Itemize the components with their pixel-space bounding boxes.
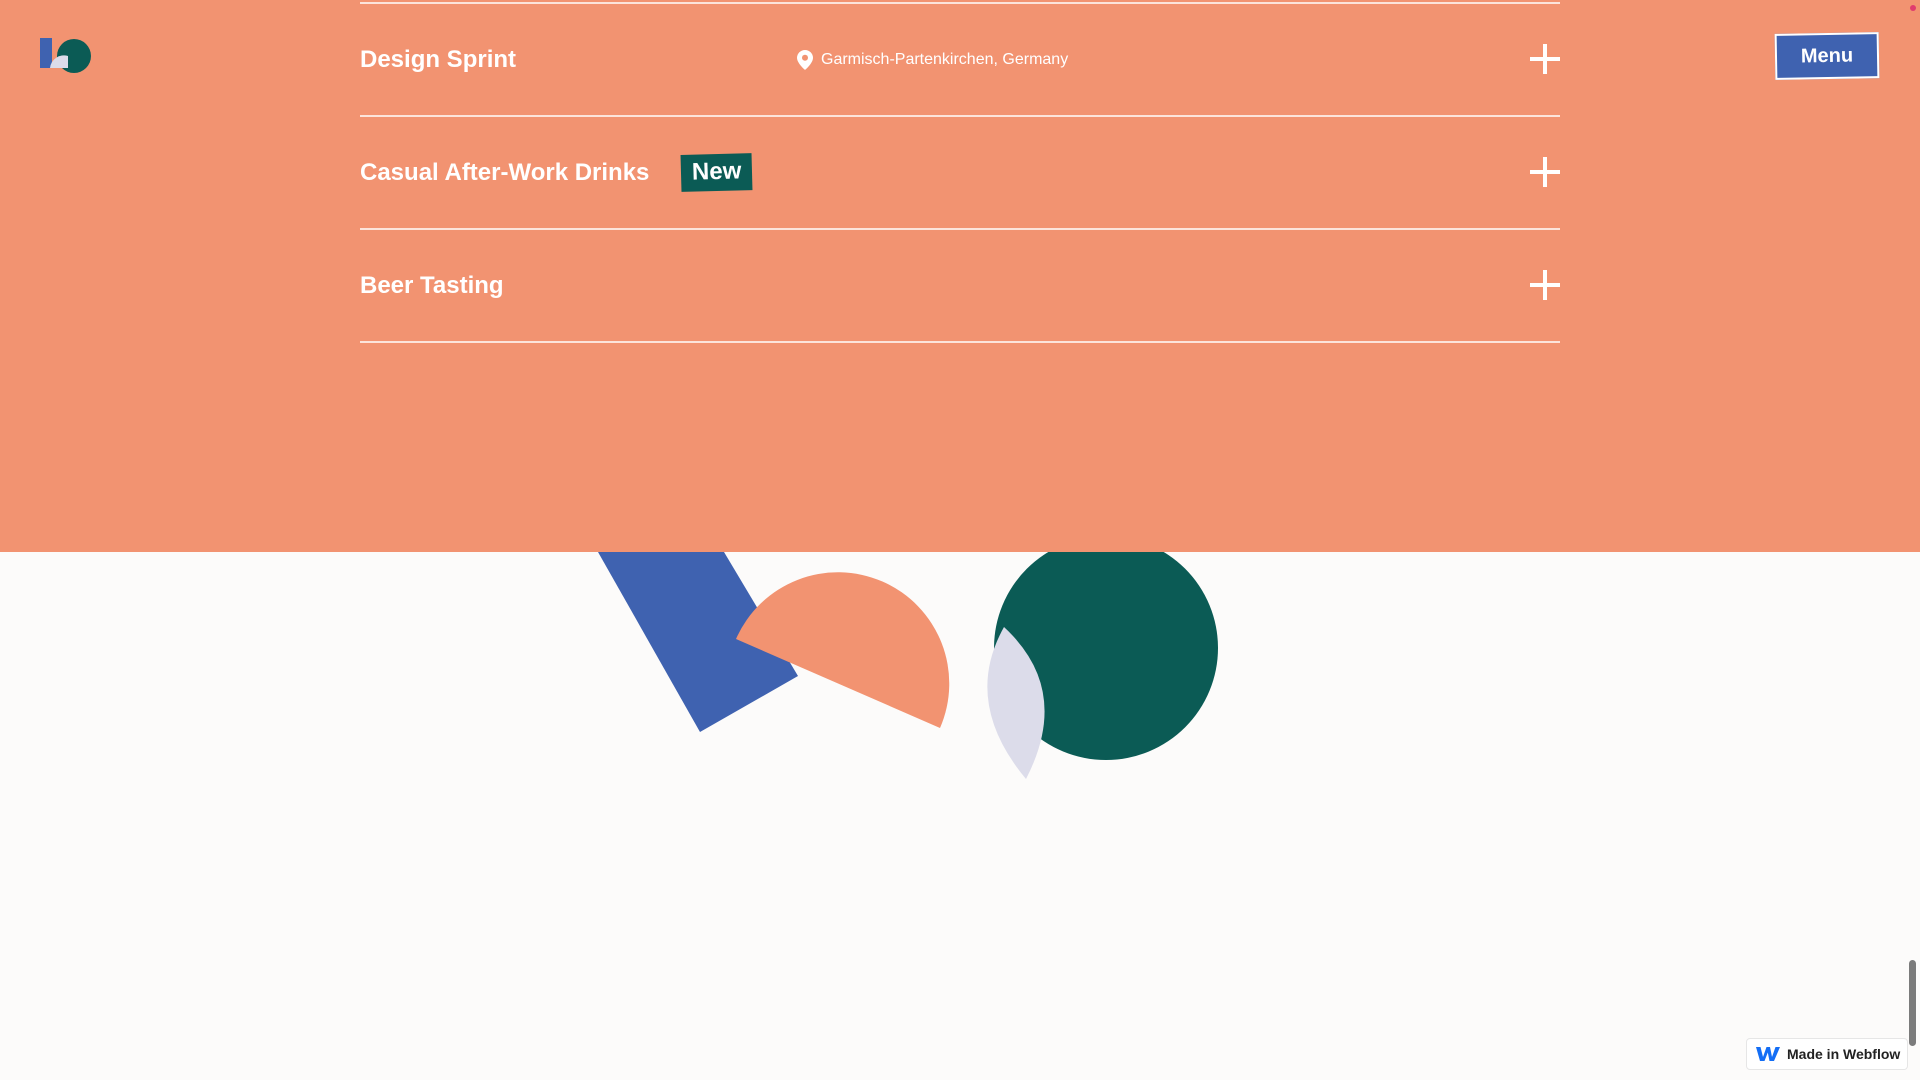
accordion-item-title: Beer Tasting — [360, 271, 504, 299]
accordion-item-title: Design Sprint — [360, 45, 517, 73]
accordion-item-beer-tasting[interactable]: Beer Tasting — [360, 228, 1560, 343]
webflow-badge-label: Made in Webflow — [1787, 1046, 1901, 1062]
decorative-shapes — [598, 552, 1218, 779]
map-pin-icon — [797, 49, 813, 70]
accordion-item-title: Casual After-Work Drinks — [360, 158, 650, 186]
plus-icon[interactable] — [1530, 270, 1560, 300]
plus-icon[interactable] — [1530, 157, 1560, 187]
accordion-item-casual-drinks[interactable]: Casual After-Work Drinks New — [360, 115, 1560, 228]
accordion-item-design-sprint[interactable]: Design Sprint Garmisch-Partenkirchen, Ge… — [360, 2, 1560, 115]
made-in-webflow-badge[interactable]: Made in Webflow — [1746, 1038, 1908, 1070]
event-location: Garmisch-Partenkirchen, Germany — [797, 4, 1068, 115]
corner-indicator — [1910, 5, 1916, 11]
events-accordion: Design Sprint Garmisch-Partenkirchen, Ge… — [360, 2, 1560, 343]
brand-logo-icon[interactable] — [40, 38, 92, 74]
menu-button[interactable]: Menu — [1774, 32, 1880, 80]
event-location-text: Garmisch-Partenkirchen, Germany — [821, 50, 1069, 68]
plus-icon[interactable] — [1530, 44, 1560, 74]
new-badge: New — [680, 153, 754, 192]
events-section: Menu Design Sprint Garmisch-Partenkirche… — [0, 0, 1920, 552]
coral-half-circle-shape — [736, 572, 950, 728]
scrollbar-thumb[interactable] — [1909, 960, 1916, 1046]
webflow-logo-icon — [1756, 1047, 1780, 1061]
